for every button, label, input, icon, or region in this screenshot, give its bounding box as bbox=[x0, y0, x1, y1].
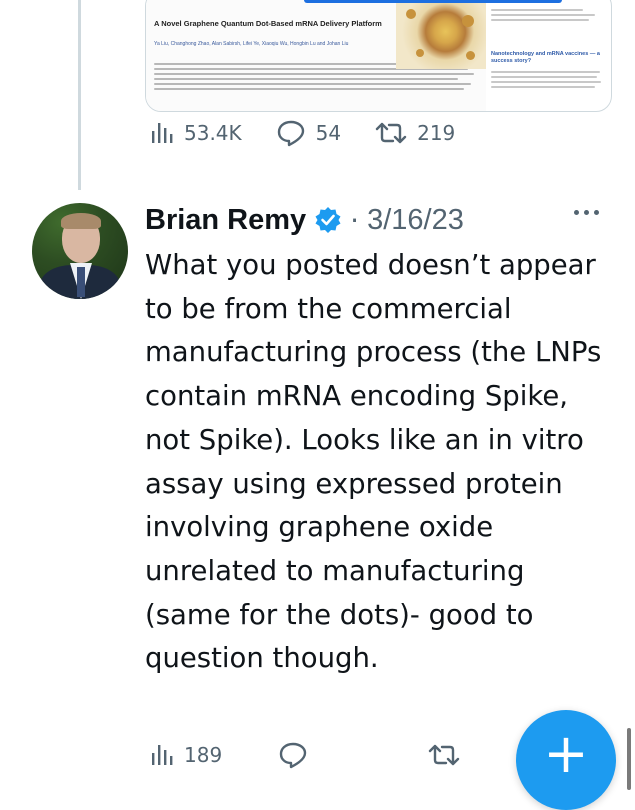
media-card[interactable]: A Novel Graphene Quantum Dot-Based mRNA … bbox=[145, 0, 612, 112]
views-icon bbox=[152, 123, 173, 143]
more-icon[interactable] bbox=[574, 210, 599, 215]
reply-count: 54 bbox=[315, 121, 342, 145]
reply-icon bbox=[279, 742, 307, 769]
prev-tweet-actions: 53.4K 54 219 bbox=[150, 118, 489, 148]
paper-page: A Novel Graphene Quantum Dot-Based mRNA … bbox=[146, 0, 486, 111]
paper-section-heading: Nanotechnology and mRNA vaccines — a suc… bbox=[491, 51, 600, 64]
tweet-header: Brian Remy · 3/16/23 bbox=[145, 198, 464, 242]
views-count: 53.4K bbox=[184, 121, 242, 145]
reply-icon bbox=[277, 120, 304, 147]
tweet-text: What you posted doesn’t appear to be fro… bbox=[145, 249, 602, 675]
author-name[interactable]: Brian Remy bbox=[145, 204, 306, 237]
avatar[interactable] bbox=[32, 203, 128, 299]
header-separator: · bbox=[350, 203, 360, 237]
paper-abstract bbox=[154, 63, 484, 111]
media-scroll-indicator bbox=[304, 0, 562, 3]
tweet-date[interactable]: 3/16/23 bbox=[367, 204, 464, 237]
scrollbar[interactable] bbox=[627, 728, 631, 790]
paper-title: A Novel Graphene Quantum Dot-Based mRNA … bbox=[154, 19, 382, 28]
views-count: 189 bbox=[184, 743, 223, 767]
compose-icon: + bbox=[543, 722, 589, 785]
retweet-count: 219 bbox=[417, 121, 456, 145]
retweet-button[interactable] bbox=[428, 742, 470, 768]
views-button[interactable]: 189 bbox=[150, 743, 222, 767]
retweet-icon bbox=[375, 122, 407, 144]
reply-button[interactable]: 54 bbox=[276, 119, 341, 147]
verified-icon bbox=[315, 207, 341, 233]
retweet-button[interactable]: 219 bbox=[375, 120, 455, 146]
paper-authors: Ya Liu, Changhong Zhao, Alan Sabirsh, Li… bbox=[154, 41, 349, 47]
compose-button[interactable]: + bbox=[516, 710, 616, 810]
paper-right-column: Nanotechnology and mRNA vaccines — a suc… bbox=[491, 9, 606, 109]
thread-line bbox=[78, 0, 81, 190]
views-icon bbox=[152, 745, 173, 765]
tweet-actions: 189 bbox=[150, 740, 504, 770]
reply-button[interactable] bbox=[278, 741, 318, 769]
retweet-icon bbox=[428, 744, 460, 766]
paper-graphic bbox=[396, 1, 486, 69]
views-button[interactable]: 53.4K bbox=[150, 121, 242, 145]
